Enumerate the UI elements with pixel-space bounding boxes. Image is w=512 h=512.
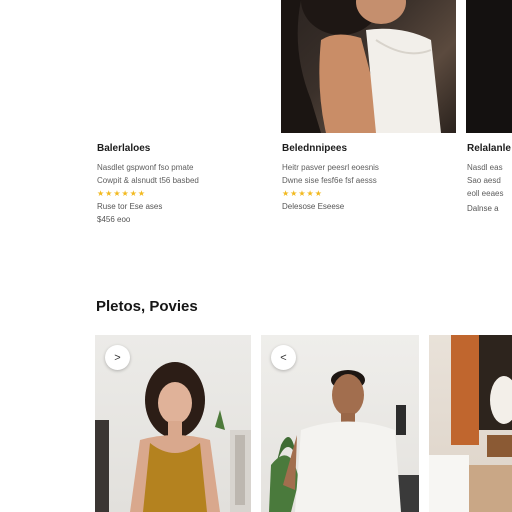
star-rating: ★ ★ ★ ★ ★ xyxy=(282,189,379,198)
product-description: Dwne sise fesf6e fsf aesss xyxy=(282,176,377,185)
product-meta: Ruse tor Ese ases xyxy=(97,202,163,211)
star-icon: ★ xyxy=(282,189,290,198)
product-description: eoll eeaes xyxy=(467,189,504,198)
star-icon: ★ xyxy=(314,189,322,198)
product-title: Relalanle xyxy=(467,143,511,154)
product-description: Nasdlet gspwonf fso pmate xyxy=(97,163,194,172)
product-photo-2[interactable] xyxy=(466,0,512,133)
product-meta: Delesose Eseese xyxy=(282,202,345,211)
star-icon: ★ xyxy=(306,189,314,198)
chevron-right-icon: > xyxy=(114,351,121,364)
product-price: $456 eoo xyxy=(97,215,131,224)
star-rating: ★ ★ ★ ★ ★ ★ xyxy=(97,189,199,198)
product-meta: Dalnse a xyxy=(467,204,499,213)
product-title: Belednnipees xyxy=(282,143,348,154)
product-description: Cowpit & alsnudt t56 basbed xyxy=(97,176,199,185)
star-icon: ★ xyxy=(113,189,121,198)
product-card-3[interactable]: Relalanle Nasdl eas Sao aesd eoll eeaes … xyxy=(467,143,512,213)
section-heading: Pletos, Povies xyxy=(96,298,198,315)
product-description: Sao aesd xyxy=(467,176,501,185)
gallery-prev-button[interactable]: < xyxy=(271,345,296,370)
product-card-1[interactable]: Balerlaloes Nasdlet gspwonf fso pmate Co… xyxy=(97,143,199,224)
woman-portrait-image xyxy=(281,0,441,133)
living-room-image xyxy=(429,335,512,512)
product-card-2[interactable]: Belednnipees Heitr pasver peesrl eoesnis… xyxy=(282,143,379,211)
star-icon: ★ xyxy=(298,189,306,198)
product-photo-1[interactable] xyxy=(281,0,456,133)
product-description: Nasdl eas xyxy=(467,163,503,172)
star-icon: ★ xyxy=(137,189,146,198)
star-icon: ★ xyxy=(121,189,129,198)
product-title: Balerlaloes xyxy=(97,143,151,154)
star-icon: ★ xyxy=(97,189,105,198)
star-icon: ★ xyxy=(290,189,298,198)
gallery-photo-3[interactable] xyxy=(429,335,512,512)
star-icon: ★ xyxy=(129,189,137,198)
gallery-next-button[interactable]: > xyxy=(105,345,130,370)
chevron-left-icon: < xyxy=(280,351,287,364)
product-description: Heitr pasver peesrl eoesnis xyxy=(282,163,379,172)
star-icon: ★ xyxy=(105,189,113,198)
